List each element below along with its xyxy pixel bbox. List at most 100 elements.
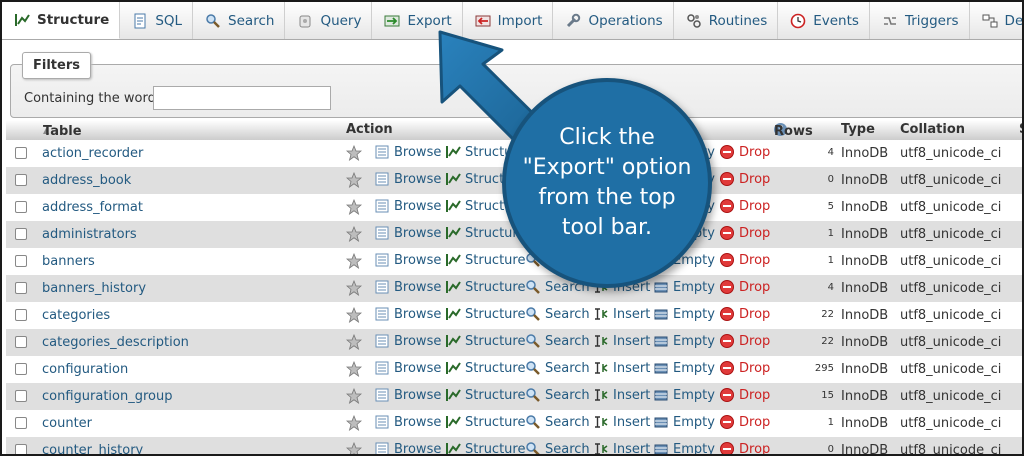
tab-structure[interactable]: Structure [2,2,121,39]
drop-action[interactable]: Drop [719,252,770,268]
drop-action[interactable]: Drop [719,198,770,214]
drop-action[interactable]: Drop [719,306,770,322]
row-checkbox[interactable] [15,390,27,402]
collation-value[interactable]: utf8_unicode_ci [900,200,1001,215]
row-checkbox[interactable] [15,147,27,159]
table-name-link[interactable]: banners_history [42,281,146,296]
tab-query[interactable]: Query [285,2,373,39]
drop-action[interactable]: Drop [719,333,770,349]
header-rows[interactable]: Rows ? [774,122,813,139]
drop-action[interactable]: Drop [719,171,770,187]
table-name-link[interactable]: categories [42,308,110,323]
collation-value[interactable]: utf8_unicode_ci [900,362,1001,377]
empty-action[interactable]: Empty [653,387,715,403]
collation-value[interactable]: utf8_unicode_ci [900,335,1001,350]
row-checkbox[interactable] [15,174,27,186]
row-checkbox[interactable] [15,201,27,213]
browse-action[interactable]: Browse [374,144,441,160]
header-size[interactable]: S [1019,122,1022,137]
empty-action[interactable]: Empty [653,333,715,349]
structure-action[interactable]: Structure [445,441,525,454]
structure-action[interactable]: Structure [445,279,525,295]
search-action[interactable]: Search [525,333,590,349]
tab-export[interactable]: Export [372,2,463,39]
browse-action[interactable]: Browse [374,225,441,241]
favorite-star-icon[interactable] [346,388,362,404]
insert-action[interactable]: Insert [593,387,650,403]
row-checkbox[interactable] [15,228,27,240]
table-name-link[interactable]: categories_description [42,335,189,350]
row-checkbox[interactable] [15,444,27,454]
favorite-star-icon[interactable] [346,442,362,454]
table-name-link[interactable]: action_recorder [42,146,143,161]
drop-action[interactable]: Drop [719,441,770,454]
row-checkbox[interactable] [15,417,27,429]
browse-action[interactable]: Browse [374,360,441,376]
collation-value[interactable]: utf8_unicode_ci [900,416,1001,431]
browse-action[interactable]: Browse [374,414,441,430]
tab-sql[interactable]: SQL [120,2,194,39]
favorite-star-icon[interactable] [346,334,362,350]
favorite-star-icon[interactable] [346,415,362,431]
insert-action[interactable]: Insert [593,441,650,454]
row-checkbox[interactable] [15,363,27,375]
table-name-link[interactable]: address_format [42,200,143,215]
collation-value[interactable]: utf8_unicode_ci [900,173,1001,188]
filter-word-input[interactable] [153,86,331,110]
header-type[interactable]: Type [841,122,875,137]
browse-action[interactable]: Browse [374,333,441,349]
tab-search[interactable]: Search [193,2,286,39]
collation-value[interactable]: utf8_unicode_ci [900,146,1001,161]
favorite-star-icon[interactable] [346,280,362,296]
search-action[interactable]: Search [525,414,590,430]
header-collation[interactable]: Collation [900,122,965,137]
table-name-link[interactable]: banners [42,254,95,269]
tab-operations[interactable]: Operations [553,2,674,39]
browse-action[interactable]: Browse [374,171,441,187]
collation-value[interactable]: utf8_unicode_ci [900,254,1001,269]
browse-action[interactable]: Browse [374,387,441,403]
favorite-star-icon[interactable] [346,361,362,377]
row-checkbox[interactable] [15,282,27,294]
drop-action[interactable]: Drop [719,360,770,376]
collation-value[interactable]: utf8_unicode_ci [900,308,1001,323]
tab-events[interactable]: Events [778,2,870,39]
structure-action[interactable]: Structure [445,387,525,403]
browse-action[interactable]: Browse [374,198,441,214]
favorite-star-icon[interactable] [346,145,362,161]
collation-value[interactable]: utf8_unicode_ci [900,281,1001,296]
collation-value[interactable]: utf8_unicode_ci [900,443,1001,454]
browse-action[interactable]: Browse [374,441,441,454]
table-name-link[interactable]: configuration_group [42,389,173,404]
empty-action[interactable]: Empty [653,306,715,322]
tab-routines[interactable]: Routines [674,2,779,39]
empty-action[interactable]: Empty [653,414,715,430]
empty-action[interactable]: Empty [653,441,715,454]
table-name-link[interactable]: administrators [42,227,137,242]
insert-action[interactable]: Insert [593,306,650,322]
tab-import[interactable]: Import [463,2,554,39]
collation-value[interactable]: utf8_unicode_ci [900,389,1001,404]
row-checkbox[interactable] [15,255,27,267]
collation-value[interactable]: utf8_unicode_ci [900,227,1001,242]
structure-action[interactable]: Structure [445,360,525,376]
favorite-star-icon[interactable] [346,226,362,242]
table-name-link[interactable]: counter [42,416,92,431]
favorite-star-icon[interactable] [346,253,362,269]
insert-action[interactable]: Insert [593,333,650,349]
tab-triggers[interactable]: Triggers [870,2,970,39]
drop-action[interactable]: Drop [719,144,770,160]
table-name-link[interactable]: configuration [42,362,128,377]
table-name-link[interactable]: address_book [42,173,131,188]
favorite-star-icon[interactable] [346,172,362,188]
structure-action[interactable]: Structure [445,306,525,322]
search-action[interactable]: Search [525,387,590,403]
row-checkbox[interactable] [15,309,27,321]
search-action[interactable]: Search [525,306,590,322]
empty-action[interactable]: Empty [653,360,715,376]
search-action[interactable]: Search [525,360,590,376]
structure-action[interactable]: Structure [445,414,525,430]
insert-action[interactable]: Insert [593,414,650,430]
favorite-star-icon[interactable] [346,307,362,323]
header-table[interactable]: Table ▲ [43,122,82,139]
